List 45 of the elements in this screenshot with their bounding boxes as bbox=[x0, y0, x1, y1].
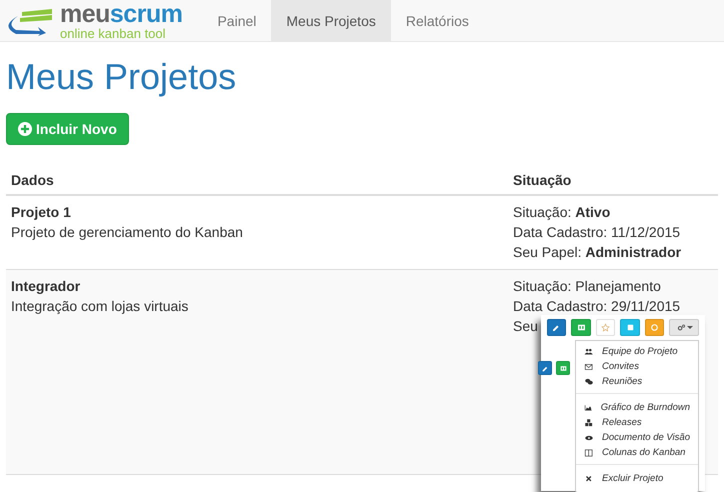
status-line: Data Cadastro: 11/12/2015 bbox=[513, 222, 680, 242]
brand-tagline: online kanban tool bbox=[60, 26, 167, 40]
columns-icon bbox=[584, 448, 594, 458]
nav-tab[interactable]: Meus Projetos bbox=[271, 0, 391, 41]
settings-dropdown-button[interactable] bbox=[669, 319, 699, 336]
status-line: Seu bbox=[513, 316, 538, 336]
status-line: Situação: Ativo bbox=[513, 202, 610, 222]
star-icon bbox=[600, 322, 612, 333]
project-name: Projeto 1 bbox=[11, 202, 72, 222]
project-description: Integração com lojas virtuais bbox=[11, 296, 188, 316]
menu-item[interactable]: Gráfico de Burndown bbox=[576, 400, 698, 415]
project-name: Integrador bbox=[11, 276, 82, 296]
envelope-icon bbox=[584, 362, 594, 372]
toolbar-button[interactable] bbox=[620, 319, 640, 336]
page-title: Meus Projetos bbox=[6, 57, 238, 97]
column-header: Dados bbox=[6, 166, 508, 195]
menu-item[interactable]: Documento de Visão bbox=[576, 430, 698, 445]
grid-icon bbox=[576, 322, 587, 333]
menu-item[interactable]: Reuniões bbox=[576, 374, 698, 389]
area-chart-icon bbox=[584, 402, 593, 412]
brand-name: meuscrum bbox=[60, 2, 182, 26]
menu-item[interactable]: Excluir Projeto bbox=[576, 471, 698, 486]
toolbar-button[interactable] bbox=[546, 319, 566, 336]
menu-item[interactable]: Equipe do Projeto bbox=[576, 344, 698, 359]
status-line: Data Cadastro: 29/11/2015 bbox=[513, 296, 680, 316]
nav-tab[interactable]: Painel bbox=[202, 0, 272, 41]
close-icon bbox=[584, 474, 594, 484]
menu-item[interactable]: Releases bbox=[576, 415, 698, 430]
grid-icon bbox=[558, 364, 568, 372]
status-line: Seu Papel: Administrador bbox=[513, 242, 682, 262]
cubes-icon bbox=[584, 418, 594, 428]
caret-icon bbox=[686, 326, 693, 330]
gears-icon bbox=[676, 322, 687, 333]
project-description: Projeto de gerenciamento do Kanban bbox=[11, 222, 243, 242]
menu-item[interactable]: Convites bbox=[576, 359, 698, 374]
status-line: Situação: Planejamento bbox=[513, 276, 661, 296]
nav-tab[interactable]: Relatórios bbox=[390, 0, 484, 41]
column-header: Situação bbox=[508, 166, 718, 195]
toolbar-button[interactable] bbox=[571, 319, 591, 336]
toolbar-button[interactable] bbox=[556, 361, 570, 375]
menu-item[interactable]: Colunas do Kanban bbox=[576, 445, 698, 460]
plus-circle-icon bbox=[18, 122, 32, 136]
users-icon bbox=[584, 346, 594, 356]
toolbar-button[interactable] bbox=[538, 361, 552, 375]
toolbar-button[interactable] bbox=[644, 319, 664, 336]
